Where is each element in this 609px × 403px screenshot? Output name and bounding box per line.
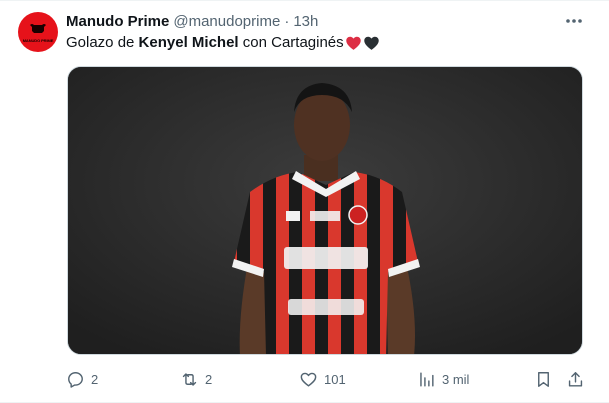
tweet-text-end: con Cartaginés: [238, 34, 344, 51]
reply-count: 2: [91, 371, 99, 387]
author-handle[interactable]: @manudoprime: [173, 13, 280, 30]
tweet-text: Golazo de Kenyel Michel con Cartaginés: [66, 33, 380, 53]
retweet-icon: [182, 372, 197, 386]
share-icon: [568, 371, 583, 387]
tweet-actions: 2 2 101 3 mil: [66, 366, 588, 392]
reply-icon: [68, 371, 83, 388]
reply-button[interactable]: 2: [66, 366, 98, 392]
like-button[interactable]: 101: [299, 366, 346, 392]
retweet-count: 2: [205, 371, 213, 387]
tweet-time[interactable]: 13h: [293, 13, 318, 30]
tweet-text-mention: Kenyel Michel: [138, 34, 239, 51]
player-photo-icon: [68, 67, 582, 354]
share-button[interactable]: [566, 366, 585, 392]
tweet-card[interactable]: MANUDO PRIME Manudo Prime @manudoprime ·…: [0, 0, 609, 403]
views-button[interactable]: 3 mil: [417, 366, 469, 392]
red-heart-icon: [345, 36, 361, 50]
tweet-header: Manudo Prime @manudoprime · 13h: [66, 11, 318, 31]
more-dots-icon: [566, 19, 582, 23]
retweet-button[interactable]: 2: [180, 366, 212, 392]
like-count: 101: [324, 371, 346, 387]
tweet-media[interactable]: [67, 66, 583, 355]
author-name[interactable]: Manudo Prime: [66, 13, 169, 30]
separator-dot: ·: [284, 12, 290, 30]
avatar[interactable]: MANUDO PRIME: [18, 12, 58, 52]
bookmark-button[interactable]: [534, 366, 553, 392]
tweet-text-start: Golazo de: [66, 34, 139, 51]
black-heart-icon: [363, 36, 379, 50]
views-chart-icon: [420, 371, 434, 387]
more-options-button[interactable]: [563, 11, 585, 31]
bookmark-icon: [538, 371, 549, 387]
views-count: 3 mil: [442, 371, 470, 387]
bull-logo-icon: [30, 24, 46, 33]
avatar-label: MANUDO PRIME: [22, 38, 54, 43]
top-divider: [0, 0, 609, 1]
heart-icon: [300, 372, 317, 387]
